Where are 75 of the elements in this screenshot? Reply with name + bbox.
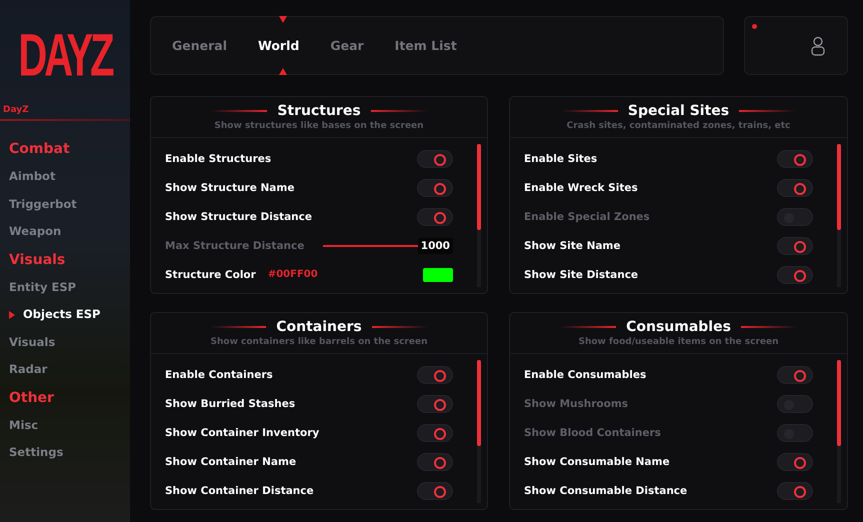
option-label: Show Burried Stashes (165, 398, 296, 410)
triangle-icon (279, 16, 288, 23)
tab[interactable]: General (172, 16, 238, 75)
triangle-icon (279, 68, 288, 75)
scrollbar[interactable] (477, 144, 481, 287)
sidebar-item[interactable]: Aimbot (0, 163, 130, 190)
toggle-switch[interactable] (417, 394, 453, 412)
game-label: DayZ (2, 105, 30, 115)
toggle-switch[interactable] (777, 150, 813, 168)
option-label: Structure Color (165, 268, 256, 280)
option-label: Enable Consumables (524, 368, 646, 380)
toggle-switch[interactable] (417, 482, 453, 500)
option-label: Enable Structures (165, 152, 272, 164)
tab[interactable]: Item List (394, 16, 468, 75)
toggle-switch[interactable] (417, 366, 453, 384)
option-label: Enable Containers (165, 368, 273, 380)
toggle-switch[interactable] (777, 452, 813, 470)
toggle-switch[interactable] (777, 236, 813, 254)
option-label: Show Consumable Distance (524, 484, 688, 496)
slider-value: 1000 (418, 238, 453, 254)
sidebar-item[interactable]: Entity ESP (0, 274, 130, 301)
option-label: Show Mushrooms (524, 398, 628, 410)
option-label: Show Site Distance (524, 268, 638, 280)
option-label: Max Structure Distance (165, 240, 304, 252)
tab[interactable]: World (258, 16, 310, 75)
section-heading: Visuals (8, 250, 66, 270)
toggle-switch[interactable] (777, 178, 813, 196)
panel-subtitle: Show containers like barrels on the screen (210, 337, 428, 347)
option-label: Enable Special Zones (524, 210, 650, 222)
option-label: Show Container Name (165, 456, 296, 468)
toggle-switch[interactable] (417, 424, 453, 442)
toggle-switch[interactable] (777, 208, 813, 226)
option-label: Show Container Distance (165, 484, 314, 496)
section-heading: Combat (8, 140, 71, 159)
scrollbar[interactable] (837, 144, 841, 287)
option-label: Show Blood Containers (524, 426, 661, 438)
tab[interactable]: Gear (330, 16, 375, 75)
option-label: Show Structure Distance (165, 210, 312, 222)
toggle-switch[interactable] (777, 394, 813, 412)
sidebar-item[interactable]: Settings (0, 439, 130, 466)
option-label: Show Container Inventory (165, 426, 320, 438)
sidebar-item[interactable]: Weapon (0, 218, 130, 246)
color-swatch[interactable] (423, 268, 453, 282)
toggle-switch[interactable] (417, 452, 453, 470)
toggle-switch[interactable] (777, 366, 813, 384)
option-label: Show Structure Name (165, 182, 294, 194)
toggle-switch[interactable] (777, 482, 813, 500)
sidebar-item[interactable]: Radar (0, 356, 130, 384)
sidebar-item[interactable]: Triggerbot (0, 190, 130, 218)
toggle-switch[interactable] (417, 150, 453, 168)
panel-title: Special Sites (628, 103, 730, 119)
panel-subtitle: Show food/useable items on the screen (578, 337, 778, 347)
option-label: Show Site Name (524, 240, 620, 252)
sidebar-item[interactable]: Misc (0, 412, 130, 439)
option-label: Enable Wreck Sites (524, 182, 638, 194)
user-icon[interactable] (811, 36, 825, 56)
panel-subtitle: Crash sites, contaminated zones, trains, etc (566, 121, 790, 131)
color-value: #00FF00 (268, 269, 318, 280)
toggle-switch[interactable] (417, 178, 453, 196)
panel-title: Containers (276, 319, 362, 335)
sidebar-item[interactable]: Objects ESP (0, 301, 130, 328)
panel-subtitle: Show structures like bases on the screen (214, 121, 424, 131)
scrollbar[interactable] (477, 360, 481, 503)
scrollbar[interactable] (837, 360, 841, 503)
option-label: Enable Sites (524, 152, 598, 164)
triangle-icon (9, 310, 15, 319)
option-label: Show Consumable Name (524, 456, 670, 468)
toggle-switch[interactable] (777, 424, 813, 442)
toggle-switch[interactable] (777, 266, 813, 284)
panel-title: Consumables (626, 319, 731, 335)
game-logo: DAYZ (18, 22, 112, 90)
sidebar-item[interactable]: Visuals (0, 328, 130, 356)
toggle-switch[interactable] (417, 208, 453, 226)
panel-title: Structures (277, 103, 361, 119)
section-heading: Other (8, 388, 55, 408)
